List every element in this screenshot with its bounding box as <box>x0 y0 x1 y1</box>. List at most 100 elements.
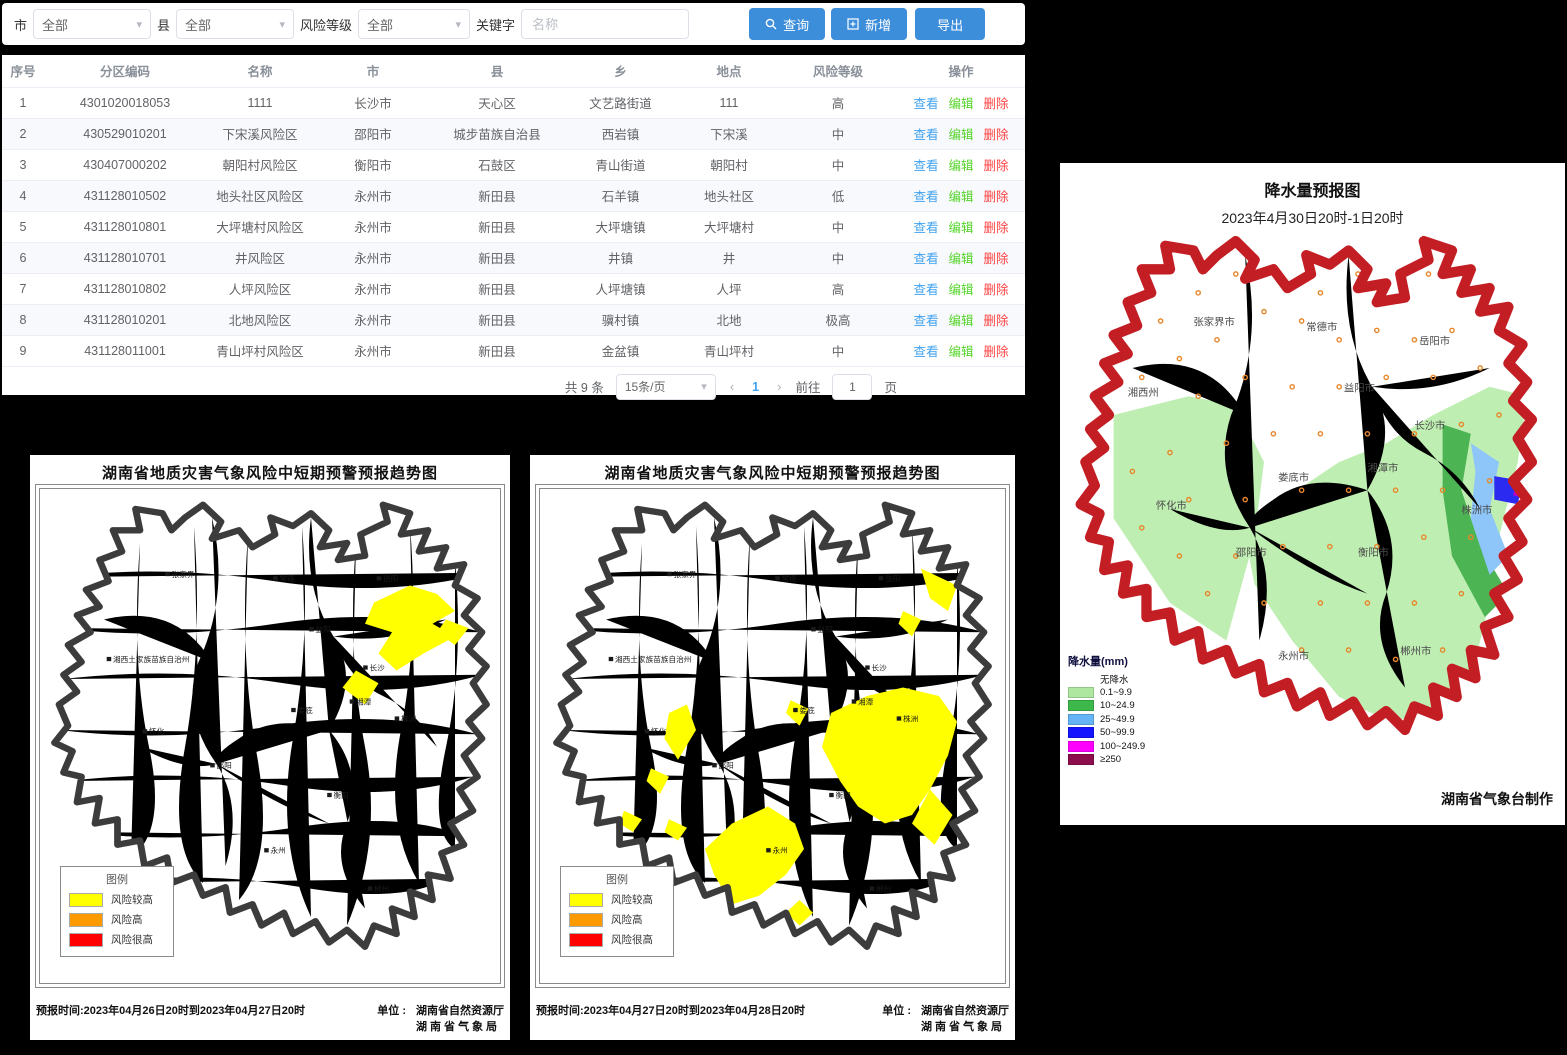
city-label: 长沙市 <box>1414 419 1445 432</box>
city-marker <box>210 763 215 767</box>
county-select[interactable]: 全部 ▾ <box>176 9 294 39</box>
table-cell: 金盆镇 <box>562 335 679 366</box>
keyword-input[interactable] <box>521 9 689 39</box>
delete-link[interactable]: 删除 <box>984 159 1009 173</box>
search-icon <box>765 18 777 30</box>
view-link[interactable]: 查看 <box>913 283 938 297</box>
delete-link[interactable]: 删除 <box>984 252 1009 266</box>
row-actions: 查看编辑删除 <box>897 180 1025 211</box>
trend-map-2-frame: 张家界常德岳阳湘西土家族苗族自治州益阳长沙湘潭株洲娄底怀化邵阳衡阳永州郴州 图例… <box>535 484 1010 988</box>
page-size-value: 15条/页 <box>625 378 666 395</box>
trend-map-2-footer: 预报时间:2023年04月27日20时到2023年04月28日20时 单位 : … <box>536 1002 1009 1034</box>
edit-link[interactable]: 编辑 <box>948 97 973 111</box>
table-cell: 新田县 <box>432 304 562 335</box>
table-cell: 永州市 <box>314 180 432 211</box>
legend-label: 风险较高 <box>611 892 653 907</box>
row-actions: 查看编辑删除 <box>897 118 1025 149</box>
city-label: 衡阳 <box>334 790 349 800</box>
view-link[interactable]: 查看 <box>913 314 938 328</box>
trend-map-card-2: 湖南省地质灾害气象风险中短期预警预报趋势图 <box>530 455 1015 1040</box>
table-cell: 中 <box>779 149 897 180</box>
city-marker <box>327 793 332 797</box>
delete-link[interactable]: 删除 <box>984 283 1009 297</box>
view-link[interactable]: 查看 <box>913 252 938 266</box>
view-link[interactable]: 查看 <box>913 97 938 111</box>
city-marker <box>264 848 269 852</box>
table-cell: 北地 <box>679 304 779 335</box>
table-cell: 高 <box>779 87 897 118</box>
edit-link[interactable]: 编辑 <box>948 314 973 328</box>
edit-link[interactable]: 编辑 <box>948 221 973 235</box>
edit-link[interactable]: 编辑 <box>948 283 973 297</box>
trend-map-card-1: 湖南省地质灾害气象风险中短期预警预报趋势图 张家界 <box>30 455 510 1040</box>
city-label: 湘西州 <box>1128 386 1159 399</box>
city-label: 长沙 <box>370 663 386 673</box>
city-label: 衡阳市 <box>1358 546 1389 559</box>
city-label: 张家界 <box>172 569 196 579</box>
table-cell: 9 <box>2 335 44 366</box>
table-cell: 青山街道 <box>562 149 679 180</box>
column-header: 分区编码 <box>44 55 206 87</box>
weather-station-icon <box>1285 262 1289 266</box>
delete-link[interactable]: 删除 <box>984 190 1009 204</box>
goto-page-input[interactable] <box>832 374 872 400</box>
legend-label: 100~249.9 <box>1100 741 1145 752</box>
city-marker <box>793 708 797 712</box>
page-size-select[interactable]: 15条/页 ▾ <box>616 374 716 400</box>
table-cell: 长沙市 <box>314 87 432 118</box>
chevron-down-icon: ▾ <box>280 18 286 31</box>
export-button[interactable]: 导出 <box>915 8 985 40</box>
table-cell: 2 <box>2 118 44 149</box>
edit-link[interactable]: 编辑 <box>948 345 973 359</box>
table-cell: 西岩镇 <box>562 118 679 149</box>
city-filter-label: 市 <box>14 15 27 34</box>
table-cell: 朝阳村 <box>679 149 779 180</box>
prev-page-button[interactable]: ‹ <box>728 379 736 394</box>
city-label: 邵阳市 <box>1236 546 1267 559</box>
city-label: 永州市 <box>1278 649 1309 662</box>
legend-swatch <box>569 933 603 947</box>
view-link[interactable]: 查看 <box>913 345 938 359</box>
city-label: 常德市 <box>1306 320 1337 333</box>
city-label: 株洲 <box>401 714 416 724</box>
table-cell: 新田县 <box>432 180 562 211</box>
unit-label: 单位 : <box>882 1002 911 1034</box>
edit-link[interactable]: 编辑 <box>948 252 973 266</box>
delete-link[interactable]: 删除 <box>984 221 1009 235</box>
table-cell: 永州市 <box>314 273 432 304</box>
table-cell: 431128011001 <box>44 335 206 366</box>
add-button[interactable]: 新增 <box>831 8 907 40</box>
legend-swatch <box>569 913 603 927</box>
forecast-time-text: 预报时间:2023年04月27日20时到2023年04月28日20时 <box>536 1002 805 1018</box>
view-link[interactable]: 查看 <box>913 128 938 142</box>
risk-select[interactable]: 全部 ▾ <box>358 9 470 39</box>
view-link[interactable]: 查看 <box>913 221 938 235</box>
edit-link[interactable]: 编辑 <box>948 128 973 142</box>
city-label: 益阳 <box>316 624 331 634</box>
table-cell: 地头社区风险区 <box>206 180 314 211</box>
view-link[interactable]: 查看 <box>913 159 938 173</box>
legend-swatch <box>1068 687 1094 698</box>
add-icon <box>847 18 859 30</box>
current-page[interactable]: 1 <box>748 380 763 394</box>
city-marker <box>775 576 780 580</box>
table-row: 6431128010701井风险区永州市新田县井镇井中查看编辑删除 <box>2 242 1025 273</box>
unit-label: 单位 : <box>377 1002 406 1034</box>
view-link[interactable]: 查看 <box>913 190 938 204</box>
city-marker <box>377 576 382 580</box>
edit-link[interactable]: 编辑 <box>948 190 973 204</box>
city-select[interactable]: 全部 ▾ <box>33 9 151 39</box>
city-label: 常德 <box>280 573 296 583</box>
legend-item: 风险高 <box>69 912 165 927</box>
delete-link[interactable]: 删除 <box>984 128 1009 142</box>
legend-swatch <box>1068 673 1094 684</box>
edit-link[interactable]: 编辑 <box>948 159 973 173</box>
legend-item: 风险很高 <box>69 932 165 947</box>
city-marker <box>879 576 884 580</box>
table-cell: 中 <box>779 242 897 273</box>
delete-link[interactable]: 删除 <box>984 97 1009 111</box>
search-button[interactable]: 查询 <box>749 8 825 40</box>
delete-link[interactable]: 删除 <box>984 314 1009 328</box>
delete-link[interactable]: 删除 <box>984 345 1009 359</box>
next-page-button[interactable]: › <box>775 379 783 394</box>
